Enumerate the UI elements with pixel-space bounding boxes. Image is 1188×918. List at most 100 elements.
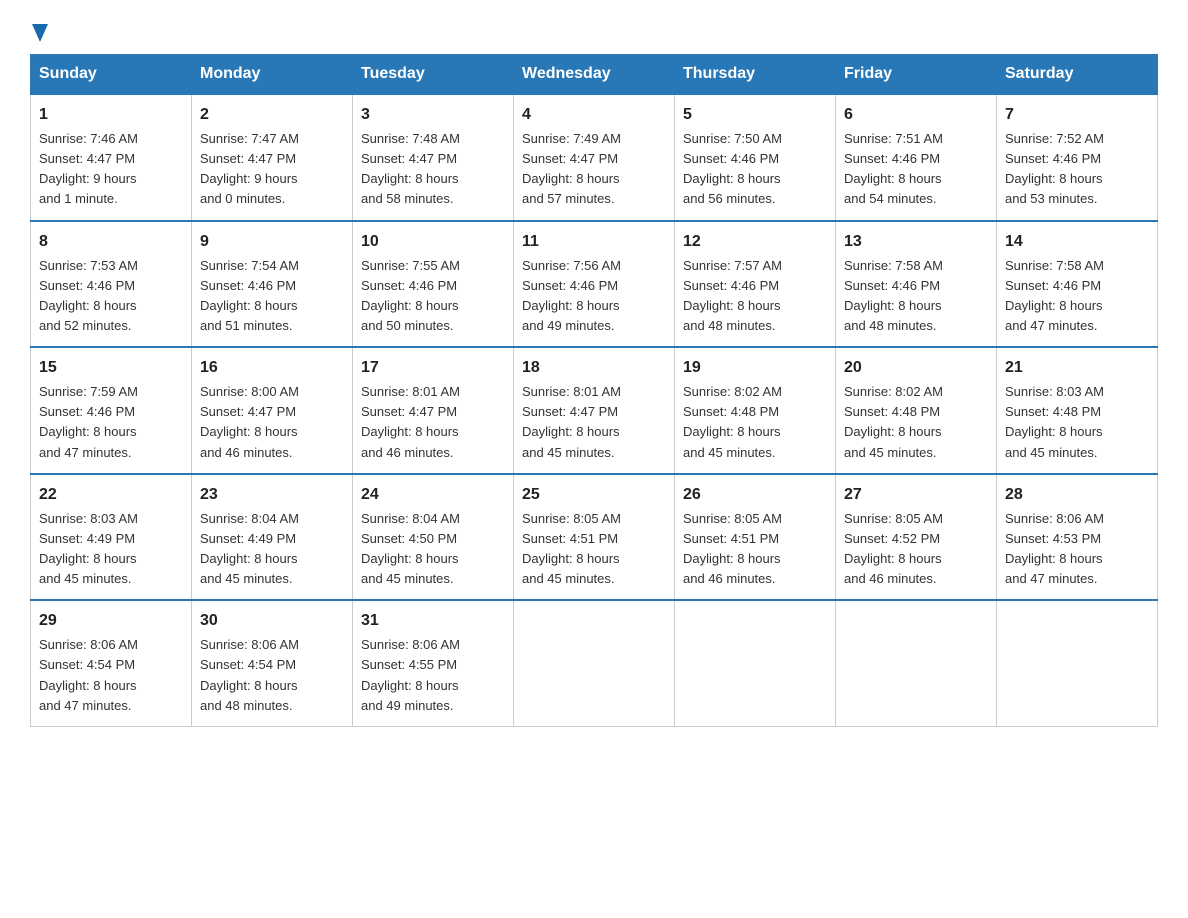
day-number: 27 — [844, 483, 988, 507]
day-number: 16 — [200, 356, 344, 380]
logo-triangle-icon — [32, 24, 48, 42]
day-info: Sunrise: 7:47 AM Sunset: 4:47 PM Dayligh… — [200, 129, 344, 210]
day-number: 5 — [683, 103, 827, 127]
calendar-cell: 24Sunrise: 8:04 AM Sunset: 4:50 PM Dayli… — [353, 474, 514, 601]
calendar-cell: 15Sunrise: 7:59 AM Sunset: 4:46 PM Dayli… — [31, 347, 192, 474]
day-number: 29 — [39, 609, 183, 633]
calendar-cell: 22Sunrise: 8:03 AM Sunset: 4:49 PM Dayli… — [31, 474, 192, 601]
day-info: Sunrise: 7:54 AM Sunset: 4:46 PM Dayligh… — [200, 256, 344, 337]
calendar-cell: 31Sunrise: 8:06 AM Sunset: 4:55 PM Dayli… — [353, 600, 514, 726]
day-info: Sunrise: 7:58 AM Sunset: 4:46 PM Dayligh… — [844, 256, 988, 337]
calendar-cell: 28Sunrise: 8:06 AM Sunset: 4:53 PM Dayli… — [997, 474, 1158, 601]
calendar-cell: 2Sunrise: 7:47 AM Sunset: 4:47 PM Daylig… — [192, 94, 353, 221]
day-number: 15 — [39, 356, 183, 380]
day-number: 18 — [522, 356, 666, 380]
day-info: Sunrise: 8:00 AM Sunset: 4:47 PM Dayligh… — [200, 382, 344, 463]
day-number: 12 — [683, 230, 827, 254]
calendar-cell: 23Sunrise: 8:04 AM Sunset: 4:49 PM Dayli… — [192, 474, 353, 601]
calendar-cell — [675, 600, 836, 726]
calendar-cell: 27Sunrise: 8:05 AM Sunset: 4:52 PM Dayli… — [836, 474, 997, 601]
day-info: Sunrise: 7:55 AM Sunset: 4:46 PM Dayligh… — [361, 256, 505, 337]
day-number: 7 — [1005, 103, 1149, 127]
day-number: 9 — [200, 230, 344, 254]
calendar-cell: 19Sunrise: 8:02 AM Sunset: 4:48 PM Dayli… — [675, 347, 836, 474]
day-number: 3 — [361, 103, 505, 127]
col-header-sunday: Sunday — [31, 55, 192, 95]
calendar-cell: 14Sunrise: 7:58 AM Sunset: 4:46 PM Dayli… — [997, 221, 1158, 348]
day-info: Sunrise: 7:59 AM Sunset: 4:46 PM Dayligh… — [39, 382, 183, 463]
day-info: Sunrise: 8:02 AM Sunset: 4:48 PM Dayligh… — [844, 382, 988, 463]
day-info: Sunrise: 8:05 AM Sunset: 4:51 PM Dayligh… — [683, 509, 827, 590]
day-number: 30 — [200, 609, 344, 633]
calendar-cell: 7Sunrise: 7:52 AM Sunset: 4:46 PM Daylig… — [997, 94, 1158, 221]
day-number: 13 — [844, 230, 988, 254]
calendar-week-row: 1Sunrise: 7:46 AM Sunset: 4:47 PM Daylig… — [31, 94, 1158, 221]
day-number: 2 — [200, 103, 344, 127]
day-info: Sunrise: 8:01 AM Sunset: 4:47 PM Dayligh… — [522, 382, 666, 463]
calendar-cell: 17Sunrise: 8:01 AM Sunset: 4:47 PM Dayli… — [353, 347, 514, 474]
calendar-cell: 9Sunrise: 7:54 AM Sunset: 4:46 PM Daylig… — [192, 221, 353, 348]
day-number: 26 — [683, 483, 827, 507]
calendar-week-row: 22Sunrise: 8:03 AM Sunset: 4:49 PM Dayli… — [31, 474, 1158, 601]
day-info: Sunrise: 7:56 AM Sunset: 4:46 PM Dayligh… — [522, 256, 666, 337]
day-info: Sunrise: 8:04 AM Sunset: 4:49 PM Dayligh… — [200, 509, 344, 590]
day-number: 17 — [361, 356, 505, 380]
calendar-cell: 1Sunrise: 7:46 AM Sunset: 4:47 PM Daylig… — [31, 94, 192, 221]
calendar-cell: 12Sunrise: 7:57 AM Sunset: 4:46 PM Dayli… — [675, 221, 836, 348]
day-info: Sunrise: 8:06 AM Sunset: 4:54 PM Dayligh… — [200, 635, 344, 716]
calendar-cell: 26Sunrise: 8:05 AM Sunset: 4:51 PM Dayli… — [675, 474, 836, 601]
day-info: Sunrise: 8:03 AM Sunset: 4:48 PM Dayligh… — [1005, 382, 1149, 463]
calendar-cell — [514, 600, 675, 726]
day-number: 11 — [522, 230, 666, 254]
day-info: Sunrise: 7:57 AM Sunset: 4:46 PM Dayligh… — [683, 256, 827, 337]
calendar-cell: 11Sunrise: 7:56 AM Sunset: 4:46 PM Dayli… — [514, 221, 675, 348]
day-number: 21 — [1005, 356, 1149, 380]
calendar-cell: 25Sunrise: 8:05 AM Sunset: 4:51 PM Dayli… — [514, 474, 675, 601]
col-header-thursday: Thursday — [675, 55, 836, 95]
day-number: 14 — [1005, 230, 1149, 254]
col-header-monday: Monday — [192, 55, 353, 95]
calendar-week-row: 8Sunrise: 7:53 AM Sunset: 4:46 PM Daylig… — [31, 221, 1158, 348]
col-header-tuesday: Tuesday — [353, 55, 514, 95]
calendar-cell: 6Sunrise: 7:51 AM Sunset: 4:46 PM Daylig… — [836, 94, 997, 221]
day-info: Sunrise: 8:01 AM Sunset: 4:47 PM Dayligh… — [361, 382, 505, 463]
calendar-cell: 20Sunrise: 8:02 AM Sunset: 4:48 PM Dayli… — [836, 347, 997, 474]
calendar-cell: 16Sunrise: 8:00 AM Sunset: 4:47 PM Dayli… — [192, 347, 353, 474]
calendar-week-row: 15Sunrise: 7:59 AM Sunset: 4:46 PM Dayli… — [31, 347, 1158, 474]
day-info: Sunrise: 8:06 AM Sunset: 4:55 PM Dayligh… — [361, 635, 505, 716]
header — [30, 20, 1158, 38]
day-info: Sunrise: 8:06 AM Sunset: 4:53 PM Dayligh… — [1005, 509, 1149, 590]
col-header-saturday: Saturday — [997, 55, 1158, 95]
day-info: Sunrise: 8:02 AM Sunset: 4:48 PM Dayligh… — [683, 382, 827, 463]
day-number: 8 — [39, 230, 183, 254]
calendar-cell: 30Sunrise: 8:06 AM Sunset: 4:54 PM Dayli… — [192, 600, 353, 726]
day-number: 22 — [39, 483, 183, 507]
day-info: Sunrise: 8:05 AM Sunset: 4:52 PM Dayligh… — [844, 509, 988, 590]
calendar-cell: 13Sunrise: 7:58 AM Sunset: 4:46 PM Dayli… — [836, 221, 997, 348]
day-number: 28 — [1005, 483, 1149, 507]
day-info: Sunrise: 8:05 AM Sunset: 4:51 PM Dayligh… — [522, 509, 666, 590]
day-number: 20 — [844, 356, 988, 380]
calendar-cell — [997, 600, 1158, 726]
day-info: Sunrise: 7:53 AM Sunset: 4:46 PM Dayligh… — [39, 256, 183, 337]
day-number: 10 — [361, 230, 505, 254]
calendar-cell: 29Sunrise: 8:06 AM Sunset: 4:54 PM Dayli… — [31, 600, 192, 726]
calendar-cell: 18Sunrise: 8:01 AM Sunset: 4:47 PM Dayli… — [514, 347, 675, 474]
logo — [30, 20, 48, 38]
day-info: Sunrise: 7:48 AM Sunset: 4:47 PM Dayligh… — [361, 129, 505, 210]
day-info: Sunrise: 8:03 AM Sunset: 4:49 PM Dayligh… — [39, 509, 183, 590]
calendar-week-row: 29Sunrise: 8:06 AM Sunset: 4:54 PM Dayli… — [31, 600, 1158, 726]
day-number: 23 — [200, 483, 344, 507]
day-number: 4 — [522, 103, 666, 127]
day-number: 1 — [39, 103, 183, 127]
col-header-friday: Friday — [836, 55, 997, 95]
day-info: Sunrise: 7:50 AM Sunset: 4:46 PM Dayligh… — [683, 129, 827, 210]
day-number: 19 — [683, 356, 827, 380]
day-info: Sunrise: 8:06 AM Sunset: 4:54 PM Dayligh… — [39, 635, 183, 716]
calendar-cell: 21Sunrise: 8:03 AM Sunset: 4:48 PM Dayli… — [997, 347, 1158, 474]
calendar-cell — [836, 600, 997, 726]
calendar-table: SundayMondayTuesdayWednesdayThursdayFrid… — [30, 54, 1158, 727]
day-info: Sunrise: 7:46 AM Sunset: 4:47 PM Dayligh… — [39, 129, 183, 210]
calendar-header-row: SundayMondayTuesdayWednesdayThursdayFrid… — [31, 55, 1158, 95]
day-info: Sunrise: 7:52 AM Sunset: 4:46 PM Dayligh… — [1005, 129, 1149, 210]
